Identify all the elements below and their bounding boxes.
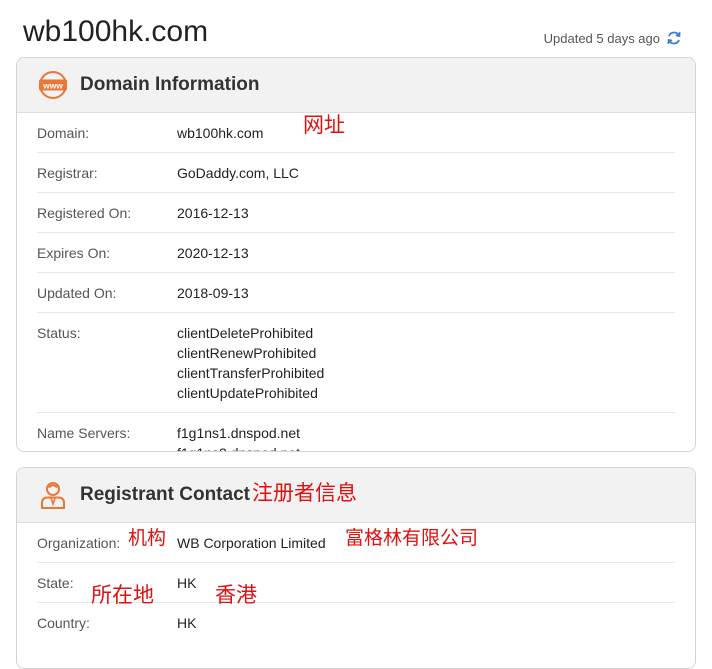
value-country: HK [177,615,197,631]
person-icon [37,479,69,511]
row-status: Status: clientDeleteProhibited clientRen… [37,313,675,413]
row-registered-on: Registered On: 2016-12-13 [37,193,675,233]
location-annotation: 所在地 [91,583,154,607]
domain-info-header: www Domain Information [17,58,695,113]
row-organization: Organization: WB Corporation Limited 机构 … [37,523,675,563]
label-registrar: Registrar: [37,165,98,181]
refresh-icon[interactable] [666,30,682,46]
value-domain: wb100hk.com [177,125,264,141]
registrant-card: Registrant Contact 注册者信息 Organization: W… [16,467,696,669]
label-expires-on: Expires On: [37,245,111,261]
updated-text: Updated 5 days ago [543,30,660,46]
domain-info-rows: Domain: wb100hk.com 网址 Registrar: GoDadd… [17,113,695,451]
status-item: clientDeleteProhibited [177,325,314,341]
row-country: Country: HK [37,603,675,642]
row-updated-on: Updated On: 2018-09-13 [37,273,675,313]
status-item: clientRenewProhibited [177,345,317,361]
organization-value-annotation: 富格林有限公司 [345,527,479,549]
registrant-header: Registrant Contact 注册者信息 [17,468,695,523]
row-name-servers: Name Servers: f1g1ns1.dnspod.net f1g1ns2… [37,413,675,451]
label-status: Status: [37,325,81,341]
label-country: Country: [37,615,90,631]
label-updated-on: Updated On: [37,285,117,301]
status-item: clientUpdateProhibited [177,385,318,401]
value-status-list: clientDeleteProhibited clientRenewProhib… [177,323,324,403]
row-state: State: HK 所在地 香港 [37,563,675,607]
domain-info-title: Domain Information [80,74,260,95]
label-name-servers: Name Servers: [37,425,131,441]
registrant-title: Registrant Contact [80,484,250,505]
value-state: HK [177,575,197,591]
www-globe-icon: www [37,69,69,101]
organization-label-annotation: 机构 [128,527,167,549]
www-icon-text: www [42,80,63,90]
registrant-title-annotation: 注册者信息 [252,481,357,505]
hk-annotation: 香港 [215,583,257,607]
domain-info-card: www Domain Information Domain: wb100hk.c… [16,57,696,452]
annotation-domain: 网址 [303,113,345,137]
registrant-rows: Organization: WB Corporation Limited 机构 … [17,523,695,642]
value-updated-on: 2018-09-13 [177,285,249,301]
value-expires-on: 2020-12-13 [177,245,249,261]
updated-status: Updated 5 days ago [544,30,682,46]
label-domain: Domain: [37,125,90,141]
row-expires-on: Expires On: 2020-12-13 [37,233,675,273]
name-server-item: f1g1ns1.dnspod.net [177,425,300,441]
domain-title: wb100hk.com [23,15,209,48]
status-item: clientTransferProhibited [177,365,325,381]
value-registrar: GoDaddy.com, LLC [177,165,299,181]
value-organization: WB Corporation Limited [177,535,326,551]
value-name-servers: f1g1ns1.dnspod.net f1g1ns2.dnspod.net [177,423,300,451]
value-registered-on: 2016-12-13 [177,205,249,221]
row-domain: Domain: wb100hk.com 网址 [37,113,675,153]
label-registered-on: Registered On: [37,205,132,221]
name-server-item: f1g1ns2.dnspod.net [177,443,300,451]
row-registrar: Registrar: GoDaddy.com, LLC [37,153,675,193]
